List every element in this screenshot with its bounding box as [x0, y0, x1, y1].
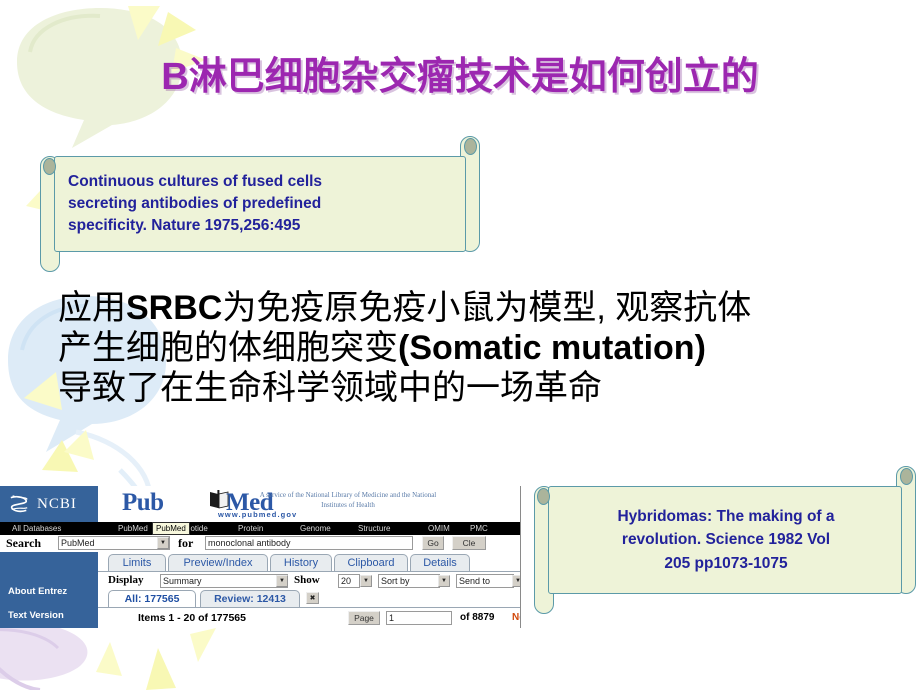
nav-item-omim[interactable]: OMIM	[428, 524, 450, 533]
next-page-link[interactable]: Next	[512, 612, 520, 623]
dna-helix-icon	[10, 495, 28, 513]
body-line-1: 应用SRBC为免疫原免疫小鼠为模型, 观察抗体	[58, 288, 888, 328]
ncbi-sidebar: NCBI About Entrez Text Version	[0, 486, 98, 628]
science-line-3: 205 pp1073-1075	[664, 554, 788, 572]
sort-by-select[interactable]: Sort by	[378, 574, 440, 588]
chevron-down-icon[interactable]: ▼	[438, 575, 450, 587]
pubmed-items-row: Items 1 - 20 of 177565 Page 1 of 8879 Ne…	[98, 609, 520, 628]
pubmed-display-row: Display Summary ▼ Show 20 ▼ Sort by ▼ Se…	[98, 573, 520, 590]
chevron-down-icon[interactable]: ▼	[512, 575, 520, 587]
pubmed-tagline: A service of the National Library of Med…	[259, 491, 437, 509]
display-format-select[interactable]: Summary	[160, 574, 288, 588]
tab-history[interactable]: History	[270, 554, 332, 571]
close-x-icon[interactable]: ✖	[306, 592, 319, 604]
sidebar-item-about-entrez[interactable]: About Entrez	[8, 586, 67, 597]
chevron-down-icon[interactable]: ▼	[360, 575, 372, 587]
body-text-block: 应用SRBC为免疫原免疫小鼠为模型, 观察抗体 产生细胞的体细胞突变(Somat…	[58, 288, 888, 408]
scroll-left-curl-cap	[537, 488, 550, 505]
pubmed-screenshot-image: NCBI About Entrez Text Version Pub Med w…	[0, 486, 521, 628]
body-line-2: 产生细胞的体细胞突变(Somatic mutation)	[58, 328, 888, 368]
chevron-down-icon[interactable]: ▼	[276, 575, 288, 587]
search-label: Search	[6, 536, 42, 550]
science-line-1: Hybridomas: The making of a	[617, 508, 835, 526]
pubmed-wordmark-pub: Pub	[122, 489, 164, 516]
go-button[interactable]: Go	[422, 536, 444, 550]
display-label: Display	[108, 574, 144, 586]
tab-clipboard[interactable]: Clipboard	[334, 554, 408, 571]
page-button[interactable]: Page	[348, 611, 380, 625]
ncbi-wordmark: NCBI	[37, 495, 77, 512]
pubmed-header: Pub Med www.pubmed.gov A service of the …	[98, 486, 520, 522]
pubmed-database-navbar: All Databases PubMed Nucleotide Protein …	[0, 522, 520, 535]
pubmed-search-row: Search PubMed ▼ for monoclonal antibody …	[0, 535, 520, 552]
lavender-bubble-decor	[0, 621, 88, 690]
nav-item-pmc[interactable]: PMC	[470, 524, 488, 533]
chevron-down-icon[interactable]: ▼	[157, 537, 169, 549]
pubmed-result-count-tabs: All: 177565 Review: 12413 ✖	[98, 590, 520, 608]
body-line-2-latin: (Somatic mutation)	[398, 329, 706, 368]
nav-item-genome[interactable]: Genome	[300, 524, 331, 533]
nav-item-all-databases[interactable]: All Databases	[12, 524, 61, 533]
tab-preview-index[interactable]: Preview/Index	[168, 554, 268, 571]
science-citation-text: Hybridomas: The making of a revolution. …	[548, 486, 902, 594]
show-label: Show	[294, 574, 320, 586]
body-line-1-suffix: 为免疫原免疫小鼠为模型, 观察抗体	[222, 289, 752, 327]
for-label: for	[178, 536, 194, 550]
ncbi-logo[interactable]: NCBI	[8, 494, 77, 514]
scroll-right-curl-cap	[464, 138, 477, 155]
nav-item-protein[interactable]: Protein	[238, 524, 263, 533]
page-title: B淋巴细胞杂交瘤技术是如何创立的	[161, 56, 759, 98]
science-citation-callout: Hybridomas: The making of a revolution. …	[534, 466, 916, 614]
tab-details[interactable]: Details	[410, 554, 470, 571]
tab-limits[interactable]: Limits	[108, 554, 166, 571]
scroll-left-curl-cap	[43, 158, 56, 175]
yellow-rays-bottom-decor	[96, 628, 216, 690]
science-line-2: revolution. Science 1982 Vol	[621, 531, 831, 549]
pubmed-tab-strip: Limits Preview/Index History Clipboard D…	[98, 554, 520, 572]
count-tab-review[interactable]: Review: 12413	[200, 590, 300, 607]
sidebar-item-text-version[interactable]: Text Version	[8, 610, 64, 621]
nav-item-pubmed[interactable]: PubMed	[118, 524, 148, 533]
search-input[interactable]: monoclonal antibody	[205, 536, 413, 550]
nature-citation-text: Continuous cultures of fused cells secre…	[54, 156, 466, 252]
nature-line-2: secreting antibodies of predefined	[68, 195, 322, 212]
database-select[interactable]: PubMed	[58, 536, 170, 550]
clear-button[interactable]: Cle	[452, 536, 486, 550]
body-line-2-prefix: 产生细胞的体细胞突变	[58, 329, 398, 368]
pubmed-url: www.pubmed.gov	[218, 510, 298, 519]
send-to-select[interactable]: Send to	[456, 574, 514, 588]
scroll-right-curl-cap	[900, 468, 913, 485]
body-line-1-prefix: 应用	[58, 289, 126, 327]
body-line-1-acronym: SRBC	[126, 289, 223, 327]
items-count-text: Items 1 - 20 of 177565	[138, 612, 246, 624]
nature-line-1: Continuous cultures of fused cells	[68, 173, 323, 190]
body-line-3: 导致了在生命科学领域中的一场革命	[58, 369, 602, 408]
nature-citation-callout: Continuous cultures of fused cells secre…	[40, 136, 480, 272]
count-tab-all[interactable]: All: 177565	[108, 590, 196, 607]
nav-item-structure[interactable]: Structure	[358, 524, 390, 533]
total-pages-text: of 8879	[460, 612, 495, 623]
page-number-input[interactable]: 1	[386, 611, 452, 625]
nature-line-3: specificity. Nature 1975,256:495	[68, 217, 301, 234]
show-count-select[interactable]: 20	[338, 574, 360, 588]
pubmed-nav-tooltip: PubMed	[152, 522, 190, 535]
